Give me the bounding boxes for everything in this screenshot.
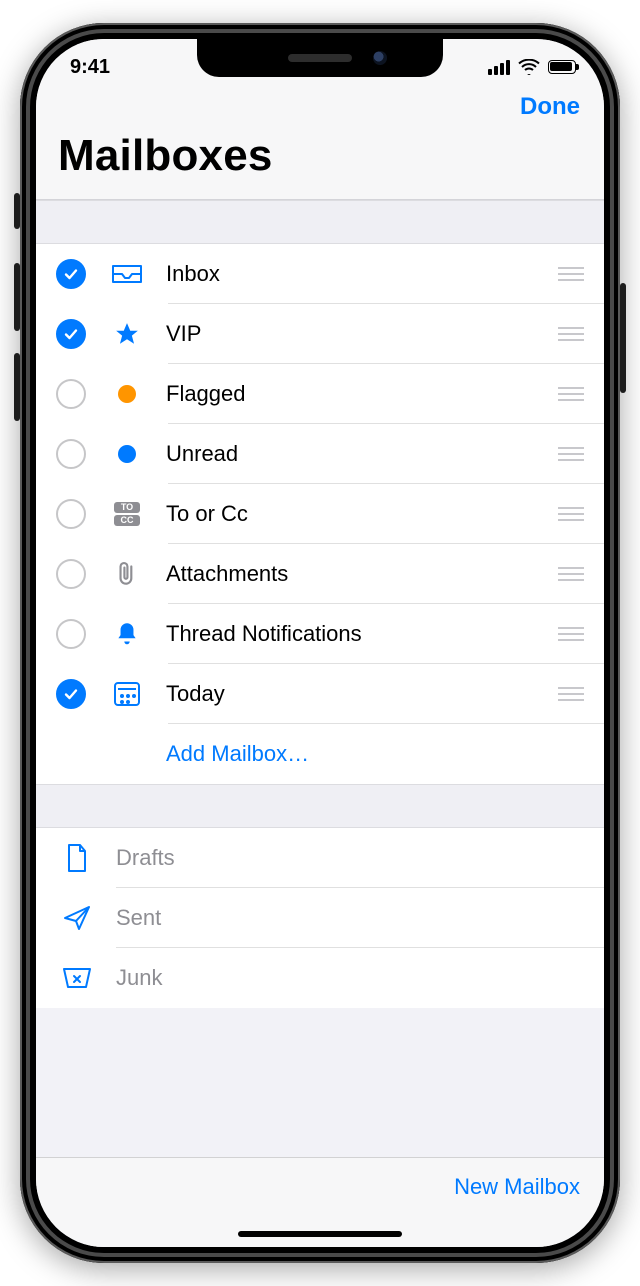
selection-toggle[interactable] [56, 499, 86, 529]
notch [197, 39, 443, 77]
mailbox-row[interactable]: Today [36, 664, 604, 724]
mailbox-icon-slot: TOCC [106, 502, 148, 526]
mailbox-label: Flagged [166, 381, 558, 407]
drag-handle-icon[interactable] [558, 267, 584, 281]
folder-icon-slot [56, 843, 98, 873]
folder-row[interactable]: Drafts [36, 828, 604, 888]
volume-up [14, 263, 20, 331]
nav-header: Done Mailboxes [36, 87, 604, 199]
mailbox-label: Inbox [166, 261, 558, 287]
front-camera [373, 51, 387, 65]
selection-toggle[interactable] [56, 679, 86, 709]
wifi-icon [518, 59, 540, 75]
folder-row[interactable]: Junk [36, 948, 604, 1008]
mailbox-row[interactable]: Attachments [36, 544, 604, 604]
mailbox-label: Thread Notifications [166, 621, 558, 647]
folder-label: Drafts [116, 845, 175, 871]
selection-toggle[interactable] [56, 439, 86, 469]
mailbox-icon-slot [106, 682, 148, 706]
mailbox-row[interactable]: Thread Notifications [36, 604, 604, 664]
mailbox-icon-slot [106, 620, 148, 648]
mute-switch [14, 193, 20, 229]
done-button[interactable]: Done [520, 93, 580, 121]
folder-label: Junk [116, 965, 162, 991]
mailbox-row[interactable]: Flagged [36, 364, 604, 424]
bell-icon [114, 620, 140, 648]
mailbox-label: Unread [166, 441, 558, 467]
status-time: 9:41 [70, 48, 110, 79]
folder-label: Sent [116, 905, 161, 931]
battery-icon [548, 60, 576, 74]
section-gap [36, 200, 604, 244]
new-mailbox-button[interactable]: New Mailbox [454, 1174, 580, 1200]
folder-icon-slot [56, 966, 98, 990]
drag-handle-icon[interactable] [558, 327, 584, 341]
drag-handle-icon[interactable] [558, 447, 584, 461]
draft-icon [65, 843, 89, 873]
mailbox-icon-slot [106, 385, 148, 403]
add-mailbox-label[interactable]: Add Mailbox… [166, 741, 584, 767]
device-frame: 9:41 Done [20, 23, 620, 1263]
to-cc-icon: TOCC [114, 502, 140, 526]
flag-dot-icon [118, 385, 136, 403]
inbox-icon [112, 263, 142, 285]
home-indicator[interactable] [238, 1231, 402, 1237]
mailbox-icon-slot [106, 263, 148, 285]
folders-list: Drafts Sent Junk [36, 828, 604, 1008]
folder-row[interactable]: Sent [36, 888, 604, 948]
drag-handle-icon[interactable] [558, 507, 584, 521]
selection-toggle[interactable] [56, 259, 86, 289]
paperclip-icon [114, 560, 140, 588]
mailbox-icon-slot [106, 445, 148, 463]
selection-toggle[interactable] [56, 379, 86, 409]
mailbox-label: To or Cc [166, 501, 558, 527]
mailbox-row[interactable]: TOCC To or Cc [36, 484, 604, 544]
mailbox-label: VIP [166, 321, 558, 347]
drag-handle-icon[interactable] [558, 567, 584, 581]
mailboxes-list: Inbox VIP Flagged Unread TOCC To or Cc Attachm… [36, 244, 604, 784]
section-gap [36, 784, 604, 828]
mailbox-row[interactable]: Unread [36, 424, 604, 484]
mailbox-icon-slot [106, 321, 148, 347]
paper-plane-icon [63, 905, 91, 931]
selection-toggle[interactable] [56, 319, 86, 349]
volume-down [14, 353, 20, 421]
mailbox-row[interactable]: Inbox [36, 244, 604, 304]
add-mailbox-row[interactable]: Add Mailbox… [36, 724, 604, 784]
screen: 9:41 Done [36, 39, 604, 1247]
mailbox-icon-slot [106, 560, 148, 588]
selection-toggle[interactable] [56, 619, 86, 649]
page-title: Mailboxes [58, 131, 582, 189]
mailbox-row[interactable]: VIP [36, 304, 604, 364]
drag-handle-icon[interactable] [558, 687, 584, 701]
mailbox-label: Attachments [166, 561, 558, 587]
unread-dot-icon [118, 445, 136, 463]
junk-icon [62, 966, 92, 990]
drag-handle-icon[interactable] [558, 627, 584, 641]
cellular-icon [488, 60, 510, 75]
folder-icon-slot [56, 905, 98, 931]
star-icon [114, 321, 140, 347]
toolbar: New Mailbox [36, 1157, 604, 1247]
mailbox-label: Today [166, 681, 558, 707]
selection-toggle[interactable] [56, 559, 86, 589]
speaker-grille [288, 54, 352, 62]
side-button [620, 283, 626, 393]
drag-handle-icon[interactable] [558, 387, 584, 401]
calendar-icon [114, 682, 140, 706]
